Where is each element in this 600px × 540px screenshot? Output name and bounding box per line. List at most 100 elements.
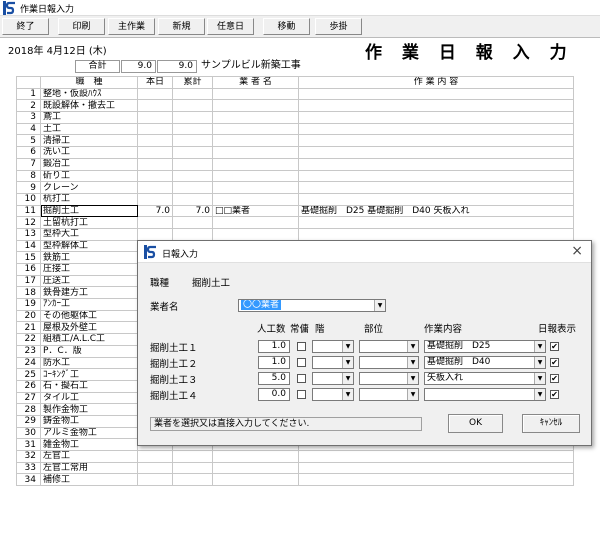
company-cell[interactable] [212, 87, 299, 101]
kind-cell[interactable]: 左官工常用 [40, 461, 138, 475]
kind-cell[interactable]: 鍛冶工 [40, 157, 138, 171]
today-cell[interactable] [137, 99, 173, 113]
cumulative-cell[interactable] [172, 157, 213, 171]
kind-cell[interactable]: 既設解体・撤去工 [40, 99, 138, 113]
work-cell[interactable] [298, 122, 574, 136]
cumulative-cell[interactable] [172, 450, 213, 463]
regular-checkbox[interactable] [297, 390, 306, 399]
work-cell[interactable] [298, 181, 574, 194]
cumulative-cell[interactable] [172, 134, 213, 148]
work-cell[interactable] [298, 157, 574, 171]
cumulative-cell[interactable] [172, 146, 213, 159]
today-cell[interactable]: 7.0 [137, 204, 173, 218]
kind-cell[interactable]: 型枠大工 [40, 227, 138, 241]
end-button[interactable]: 終了 [2, 18, 49, 35]
cumulative-cell[interactable] [172, 181, 213, 194]
move-button[interactable]: 移動 [263, 18, 310, 35]
today-cell[interactable] [137, 111, 173, 124]
table-row[interactable]: 8 斫り工 [16, 169, 574, 183]
show-checkbox[interactable]: ✔ [550, 342, 559, 351]
show-checkbox[interactable]: ✔ [550, 374, 559, 383]
close-icon[interactable]: × [571, 243, 583, 259]
ok-button[interactable]: OK [448, 414, 503, 433]
table-row[interactable]: 34 補修工 [16, 473, 574, 487]
cumulative-cell[interactable] [172, 461, 213, 475]
table-row[interactable]: 9 クレーン [16, 181, 574, 194]
work-cell[interactable] [298, 169, 574, 183]
today-cell[interactable] [137, 216, 173, 229]
table-row[interactable]: 12 土留杭打工 [16, 216, 574, 229]
kind-cell[interactable]: クレーン [40, 181, 138, 194]
chevron-down-icon[interactable]: ▼ [534, 373, 545, 384]
kind-cell[interactable]: 清掃工 [40, 134, 138, 148]
today-cell[interactable] [137, 461, 173, 475]
today-cell[interactable] [137, 192, 173, 206]
kind-cell[interactable]: P．C．版 [40, 344, 138, 358]
cumulative-cell[interactable] [172, 111, 213, 124]
today-cell[interactable] [137, 146, 173, 159]
kind-cell[interactable]: ｱﾝｶｰ工 [40, 298, 138, 311]
kind-cell[interactable]: 杭打工 [40, 192, 138, 206]
cumulative-cell[interactable] [172, 192, 213, 206]
company-cell[interactable] [212, 99, 299, 113]
kind-cell[interactable]: 屋根及外壁工 [40, 321, 138, 335]
table-row[interactable]: 7 鍛冶工 [16, 157, 574, 171]
kind-cell[interactable]: 雑金物工 [40, 438, 138, 451]
chevron-down-icon[interactable]: ▼ [342, 389, 353, 400]
work-cell[interactable]: 基礎掘削 D25 基礎掘削 D40 矢板入れ [298, 204, 574, 218]
chevron-down-icon[interactable]: ▼ [342, 373, 353, 384]
kind-cell[interactable]: ｺｰｷﾝｸﾞ工 [40, 368, 138, 381]
kind-cell[interactable]: 掘削土工 [40, 204, 138, 218]
cumulative-cell[interactable] [172, 169, 213, 183]
table-row[interactable]: 32 左官工 [16, 450, 574, 463]
chevron-down-icon[interactable]: ▼ [534, 357, 545, 368]
work-cell[interactable] [298, 134, 574, 148]
kind-cell[interactable]: 洗い工 [40, 146, 138, 159]
man-days-input[interactable]: 1.0 [258, 356, 290, 369]
company-cell[interactable] [212, 473, 299, 487]
kind-cell[interactable]: 鳶工 [40, 111, 138, 124]
work-cell[interactable] [298, 227, 574, 241]
chevron-down-icon[interactable]: ▼ [534, 389, 545, 400]
today-cell[interactable] [137, 87, 173, 101]
work-cell[interactable] [298, 473, 574, 487]
work-select[interactable]: ▼ [424, 388, 546, 401]
work-cell[interactable] [298, 111, 574, 124]
work-select[interactable]: 基礎掘削 D40 ▼ [424, 356, 546, 369]
chevron-down-icon[interactable]: ▼ [342, 341, 353, 352]
floor-select[interactable]: ▼ [312, 356, 354, 369]
company-cell[interactable] [212, 461, 299, 475]
cumulative-cell[interactable] [172, 99, 213, 113]
part-select[interactable]: ▼ [359, 340, 419, 353]
show-checkbox[interactable]: ✔ [550, 390, 559, 399]
table-row[interactable]: 1 整地・仮設ﾊｳｽ [16, 87, 574, 101]
cumulative-cell[interactable]: 7.0 [172, 204, 213, 218]
kind-cell[interactable]: アルミ金物工 [40, 426, 138, 440]
kind-cell[interactable]: 土工 [40, 122, 138, 136]
cumulative-cell[interactable] [172, 227, 213, 241]
part-select[interactable]: ▼ [359, 388, 419, 401]
cumulative-cell[interactable] [172, 122, 213, 136]
cumulative-cell[interactable] [172, 473, 213, 487]
man-days-input[interactable]: 0.0 [258, 388, 290, 401]
company-cell[interactable] [212, 111, 299, 124]
today-cell[interactable] [137, 157, 173, 171]
today-cell[interactable] [137, 169, 173, 183]
kind-cell[interactable]: その他躯体工 [40, 309, 138, 323]
company-cell[interactable] [212, 216, 299, 229]
chevron-down-icon[interactable]: ▼ [407, 357, 418, 368]
kind-cell[interactable]: 圧送工 [40, 274, 138, 288]
kind-cell[interactable]: 製作金物工 [40, 403, 138, 416]
today-cell[interactable] [137, 122, 173, 136]
kind-cell[interactable]: 石・擬石工 [40, 379, 138, 393]
floor-select[interactable]: ▼ [312, 372, 354, 385]
work-cell[interactable] [298, 146, 574, 159]
kind-cell[interactable]: 鋳金物工 [40, 414, 138, 428]
new-button[interactable]: 新規 [158, 18, 205, 35]
cancel-button[interactable]: ｷｬﾝｾﾙ [522, 414, 580, 433]
today-cell[interactable] [137, 181, 173, 194]
company-cell[interactable] [212, 192, 299, 206]
regular-checkbox[interactable] [297, 358, 306, 367]
company-cell[interactable] [212, 146, 299, 159]
floor-select[interactable]: ▼ [312, 340, 354, 353]
